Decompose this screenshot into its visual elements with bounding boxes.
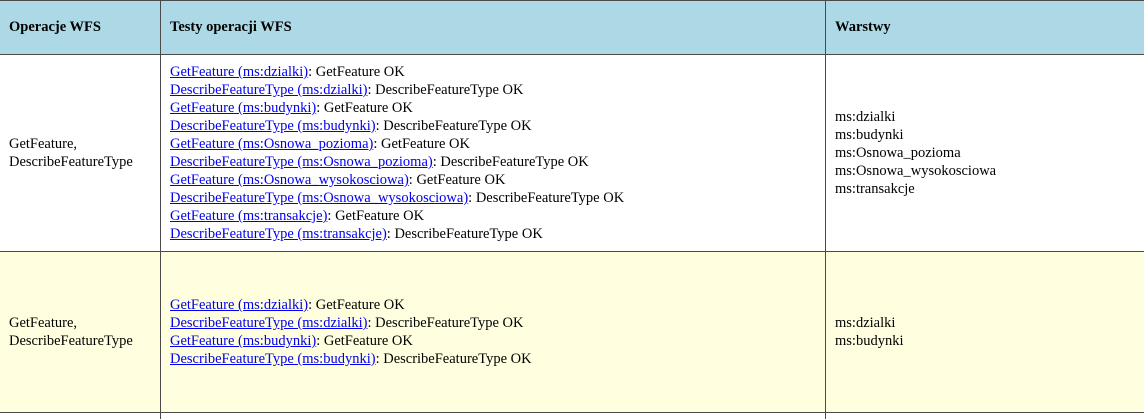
operation-name: DescribeFeatureType [9,333,133,349]
test-line: GetFeature (ms:budynki): GetFeature OK [170,99,825,117]
test-line: DescribeFeatureType (ms:budynki): Descri… [170,117,825,135]
test-link[interactable]: DescribeFeatureType (ms:Osnowa_pozioma) [170,154,433,170]
test-link[interactable]: GetFeature (ms:dzialki) [170,297,308,313]
test-line: DescribeFeatureType (ms:budynki): Descri… [170,350,825,368]
table-row [0,412,1144,419]
test-link[interactable]: DescribeFeatureType (ms:dzialki) [170,82,367,98]
test-link[interactable]: GetFeature (ms:transakcje) [170,208,327,224]
test-line: DescribeFeatureType (ms:dzialki): Descri… [170,314,825,332]
layer-name: ms:Osnowa_wysokosciowa [835,163,997,179]
test-link[interactable]: DescribeFeatureType (ms:dzialki) [170,315,367,331]
test-link[interactable]: DescribeFeatureType (ms:budynki) [170,351,376,367]
layer-name: ms:Osnowa_pozioma [835,145,961,161]
test-result: : GetFeature OK [316,100,413,116]
test-link[interactable]: DescribeFeatureType (ms:Osnowa_wysokosci… [170,190,468,206]
test-result: : DescribeFeatureType OK [468,190,625,206]
test-result: : DescribeFeatureType OK [367,82,524,98]
layers-cell: ms:dzialki ms:budynki ms:Osnowa_pozioma … [825,54,1144,252]
test-line: GetFeature (ms:budynki): GetFeature OK [170,332,825,350]
table-row: GetFeature, DescribeFeatureType GetFeatu… [0,251,1144,413]
header-tests: Testy operacji WFS [160,0,826,55]
operation-name: GetFeature, [9,136,78,152]
tests-cell [160,412,826,419]
header-operations: Operacje WFS [0,0,161,55]
test-result: : GetFeature OK [373,136,470,152]
test-result: : GetFeature OK [308,64,405,80]
layer-name: ms:dzialki [835,315,896,331]
test-line: DescribeFeatureType (ms:Osnowa_pozioma):… [170,153,825,171]
test-link[interactable]: GetFeature (ms:budynki) [170,333,316,349]
tests-cell: GetFeature (ms:dzialki): GetFeature OK D… [160,251,826,413]
test-link[interactable]: GetFeature (ms:Osnowa_wysokosciowa) [170,172,409,188]
test-line: GetFeature (ms:Osnowa_pozioma): GetFeatu… [170,135,825,153]
wfs-results-table: Operacje WFS Testy operacji WFS Warstwy … [0,0,1144,419]
layer-name: ms:budynki [835,127,904,143]
test-result: : GetFeature OK [408,172,506,188]
operation-name: GetFeature, [9,315,78,331]
test-result: : DescribeFeatureType OK [375,351,532,367]
test-result: : GetFeature OK [316,333,413,349]
layers-cell [825,412,1144,419]
operation-name: DescribeFeatureType [9,154,133,170]
operations-cell: GetFeature, DescribeFeatureType [0,54,161,252]
header-layers: Warstwy [825,0,1144,55]
test-link[interactable]: GetFeature (ms:dzialki) [170,64,308,80]
test-line: DescribeFeatureType (ms:transakcje): Des… [170,225,825,243]
test-result: : DescribeFeatureType OK [386,226,543,242]
tests-cell: GetFeature (ms:dzialki): GetFeature OK D… [160,54,826,252]
test-line: GetFeature (ms:dzialki): GetFeature OK [170,296,825,314]
operations-cell [0,412,161,419]
test-result: : DescribeFeatureType OK [375,118,532,134]
test-link[interactable]: GetFeature (ms:Osnowa_pozioma) [170,136,373,152]
layer-name: ms:transakcje [835,181,915,197]
layer-name: ms:budynki [835,333,904,349]
table-row: GetFeature, DescribeFeatureType GetFeatu… [0,54,1144,252]
layer-name: ms:dzialki [835,109,896,125]
test-link[interactable]: DescribeFeatureType (ms:transakcje) [170,226,387,242]
test-result: : DescribeFeatureType OK [367,315,524,331]
test-line: GetFeature (ms:transakcje): GetFeature O… [170,207,825,225]
test-result: : DescribeFeatureType OK [432,154,589,170]
test-line: GetFeature (ms:Osnowa_wysokosciowa): Get… [170,171,825,189]
test-line: GetFeature (ms:dzialki): GetFeature OK [170,63,825,81]
header-row: Operacje WFS Testy operacji WFS Warstwy [0,0,1144,55]
test-result: : GetFeature OK [308,297,405,313]
test-result: : GetFeature OK [327,208,425,224]
test-line: DescribeFeatureType (ms:Osnowa_wysokosci… [170,189,825,207]
operations-cell: GetFeature, DescribeFeatureType [0,251,161,413]
layers-cell: ms:dzialki ms:budynki [825,251,1144,413]
test-link[interactable]: GetFeature (ms:budynki) [170,100,316,116]
test-line: DescribeFeatureType (ms:dzialki): Descri… [170,81,825,99]
test-link[interactable]: DescribeFeatureType (ms:budynki) [170,118,376,134]
